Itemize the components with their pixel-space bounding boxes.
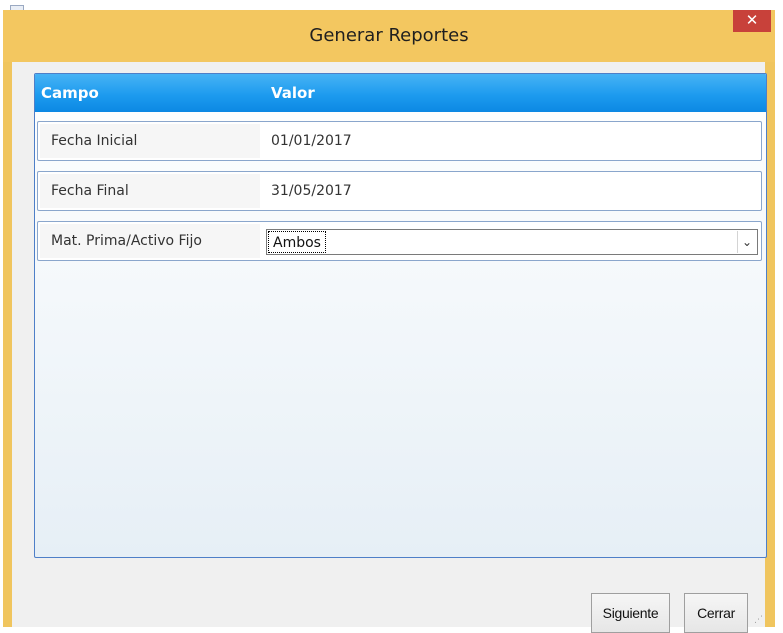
- cerrar-button[interactable]: Cerrar: [684, 593, 748, 633]
- row-label: Fecha Final: [40, 174, 260, 208]
- siguiente-button[interactable]: Siguiente: [591, 593, 670, 633]
- select-value: Ambos: [268, 231, 326, 253]
- grid-row-fecha-inicial: Fecha Inicial 01/01/2017: [37, 121, 762, 161]
- row-label: Fecha Inicial: [40, 124, 260, 158]
- column-header-valor[interactable]: Valor: [271, 74, 315, 112]
- resize-grip-icon[interactable]: ⋰: [753, 615, 763, 625]
- close-icon: ✕: [745, 11, 759, 29]
- fecha-inicial-field[interactable]: 01/01/2017: [264, 124, 758, 158]
- grid-row-mat-prima: Mat. Prima/Activo Fijo Ambos ⌄: [37, 221, 762, 261]
- dialog-body: Campo Valor Fecha Inicial 01/01/2017 Fec…: [12, 62, 767, 633]
- column-header-campo[interactable]: Campo: [41, 74, 99, 112]
- title-bar[interactable]: Generar Reportes ✕: [3, 10, 775, 62]
- grid-row-fecha-final: Fecha Final 31/05/2017: [37, 171, 762, 211]
- dialog-window: Generar Reportes ✕ Campo Valor Fecha Ini…: [3, 10, 775, 633]
- fecha-final-field[interactable]: 31/05/2017: [264, 174, 758, 208]
- property-grid: Campo Valor Fecha Inicial 01/01/2017 Fec…: [34, 73, 767, 558]
- grid-header: Campo Valor: [35, 74, 766, 112]
- chevron-down-icon[interactable]: ⌄: [737, 231, 756, 253]
- mat-prima-select[interactable]: Ambos ⌄: [266, 229, 758, 255]
- row-label: Mat. Prima/Activo Fijo: [40, 224, 260, 258]
- close-window-button[interactable]: ✕: [733, 10, 771, 32]
- window-title: Generar Reportes: [309, 25, 469, 46]
